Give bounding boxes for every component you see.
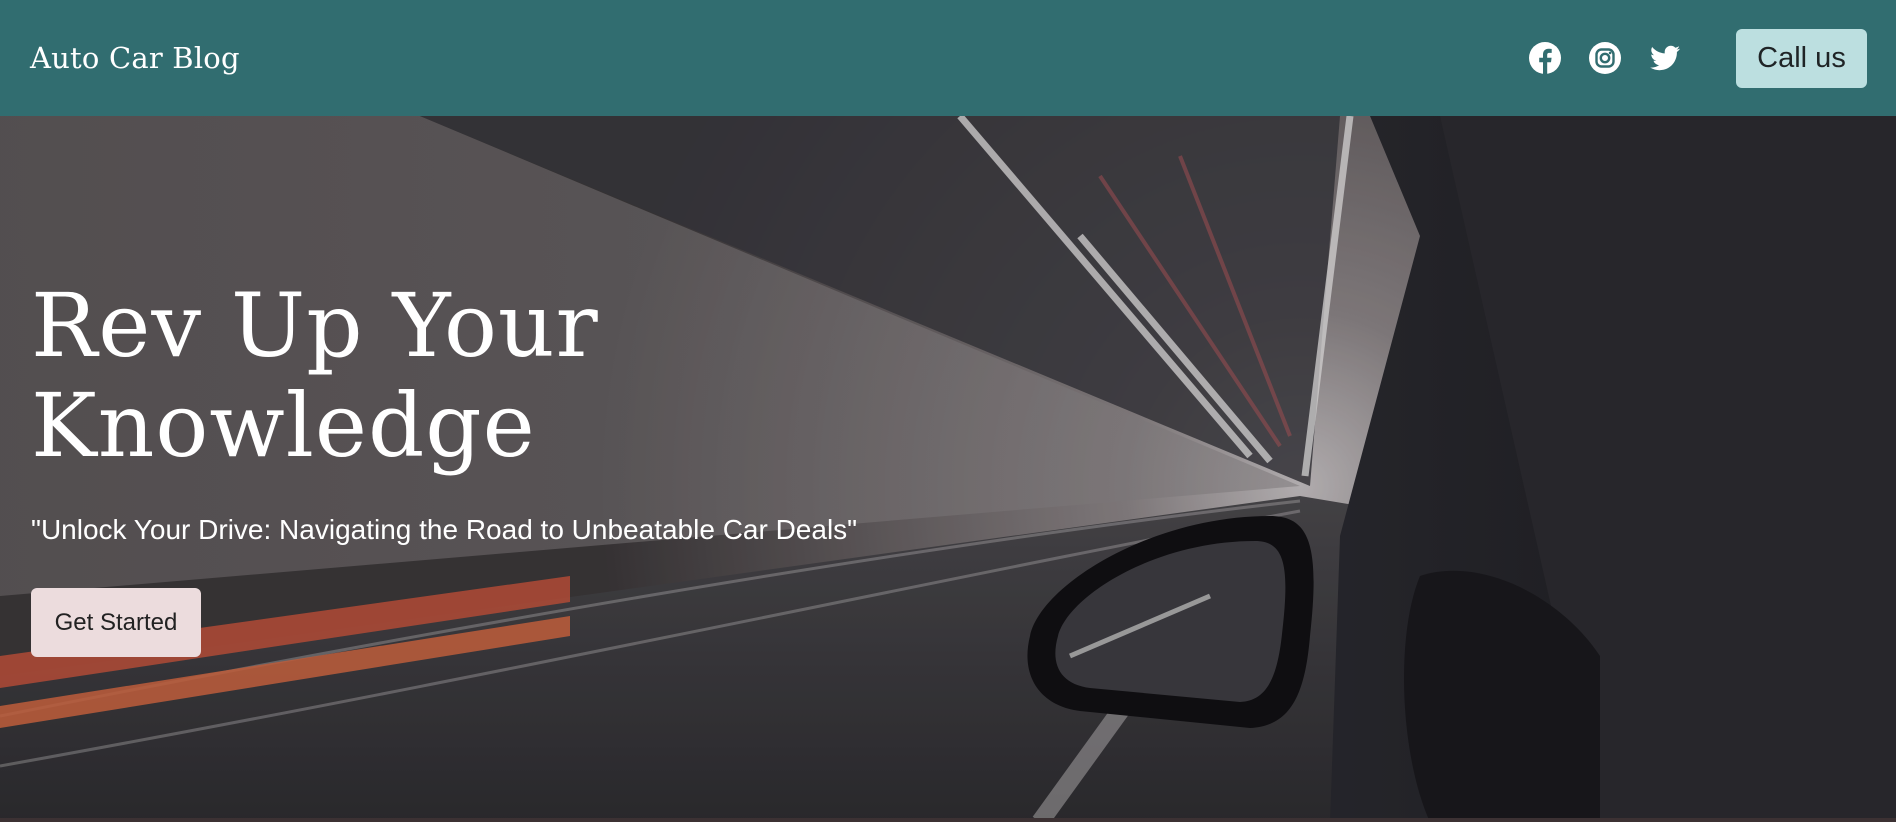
hero-title-line1: Rev Up Your <box>31 274 599 377</box>
facebook-icon[interactable] <box>1528 41 1562 75</box>
hero-content: Rev Up Your Knowledge "Unlock Your Drive:… <box>31 276 931 657</box>
hero-title: Rev Up Your Knowledge <box>31 276 931 476</box>
hero-subtitle: "Unlock Your Drive: Navigating the Road … <box>31 514 858 545</box>
bottom-divider <box>0 818 1896 822</box>
hero-title-line2: Knowledge <box>31 374 536 477</box>
twitter-icon[interactable] <box>1648 41 1682 75</box>
get-started-button[interactable]: Get Started <box>31 588 201 657</box>
top-navbar: Auto Car Blog Call us <box>0 0 1896 116</box>
call-us-button[interactable]: Call us <box>1736 28 1867 88</box>
social-links <box>1528 41 1682 75</box>
instagram-icon[interactable] <box>1588 41 1622 75</box>
site-brand[interactable]: Auto Car Blog <box>30 41 240 75</box>
hero-section: Rev Up Your Knowledge "Unlock Your Drive:… <box>0 116 1896 822</box>
